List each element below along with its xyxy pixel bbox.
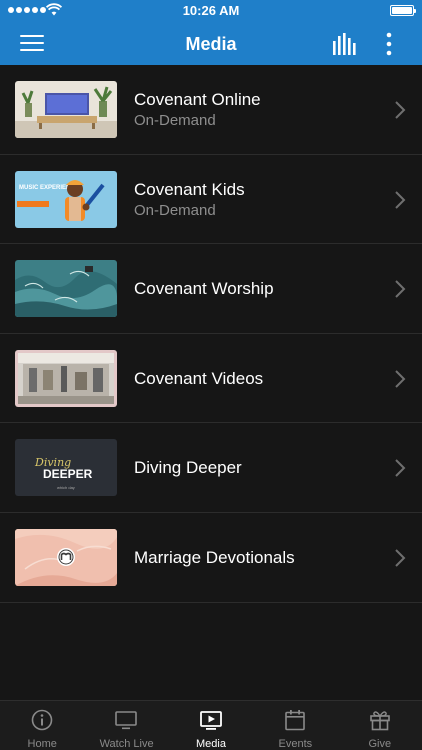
diving-deeper-thumbnail: Diving DEEPER which day [15,439,117,497]
media-item-diving-deeper[interactable]: Diving DEEPER which day Diving Deeper [0,423,422,513]
media-item-text: Covenant Videos [134,334,263,423]
equalizer-icon[interactable] [332,33,358,55]
media-item-subtitle: On-Demand [134,112,216,129]
tab-bar: Home Watch Live Media Events Give [0,700,422,750]
media-item-text: Marriage Devotionals [134,513,295,602]
tab-label: Home [27,738,57,750]
diving-thumb-main: DEEPER [43,467,93,481]
tab-events[interactable]: Events [253,701,337,750]
calendar-icon [285,710,305,731]
diving-thumb-footer: which day [57,485,75,490]
media-item-covenant-kids[interactable]: MUSIC EXPERIENCE Covenant Kids On-Demand [0,155,422,245]
marriage-devotionals-thumbnail [15,528,117,586]
page-title: Media [185,34,237,54]
chevron-right-icon [395,101,406,119]
media-item-title: Covenant Videos [134,368,264,388]
gift-icon [369,711,390,731]
chevron-right-icon [395,549,406,567]
covenant-worship-thumbnail [15,260,117,318]
covenant-online-thumbnail [15,81,117,138]
media-item-text: Diving Deeper [134,423,242,512]
media-item-title: Covenant Kids [134,179,245,199]
more-vertical-icon[interactable] [384,32,394,56]
tab-home[interactable]: Home [0,701,84,750]
info-circle-icon [31,709,53,731]
tab-give[interactable]: Give [338,701,422,750]
media-item-title: Diving Deeper [134,458,242,478]
monitor-icon [115,711,138,730]
chevron-right-icon [395,190,406,209]
tab-label: Events [278,738,313,750]
media-item-title: Marriage Devotionals [134,547,295,567]
status-time: 10:26 AM [182,3,240,18]
media-item-text: Covenant Kids On-Demand [134,155,245,244]
media-item-covenant-videos[interactable]: Covenant Videos [0,334,422,424]
navigation-bar: Media [0,22,422,65]
play-screen-icon [199,711,222,730]
tab-label: Give [368,738,392,750]
covenant-videos-thumbnail [15,349,117,407]
media-list: Covenant Online On-Demand MUSIC EXPERIEN… [0,65,422,603]
media-item-text: Covenant Worship [134,244,274,333]
media-item-title: Covenant Online [134,90,261,109]
tab-label: Media [195,738,226,750]
chevron-right-icon [395,370,406,388]
media-item-subtitle: On-Demand [134,201,216,219]
covenant-kids-thumbnail: MUSIC EXPERIENCE [15,170,117,228]
media-item-covenant-worship[interactable]: Covenant Worship [0,244,422,334]
battery-icon [390,5,416,16]
chevron-right-icon [395,280,406,298]
media-item-covenant-online[interactable]: Covenant Online On-Demand [0,65,422,155]
chevron-right-icon [395,459,406,478]
media-item-title: Covenant Worship [134,279,274,299]
tab-label: Watch Live [99,738,154,750]
tab-watch-live[interactable]: Watch Live [84,701,168,750]
tab-media[interactable]: Media [169,701,253,750]
media-item-marriage-devotionals[interactable]: Marriage Devotionals [0,513,422,603]
status-bar: 10:26 AM [0,0,422,22]
media-item-text: Covenant Online On-Demand [134,65,261,154]
